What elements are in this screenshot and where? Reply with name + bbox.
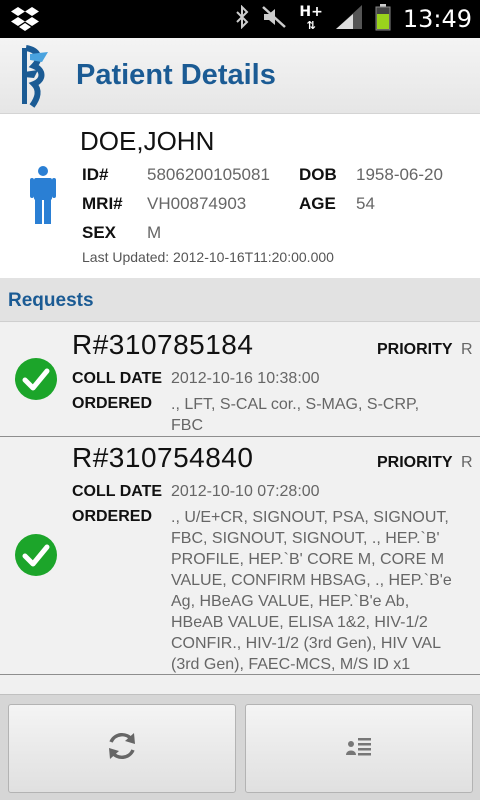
requests-header: Requests	[0, 278, 480, 322]
ordered-line: ., LFT, S-CAL cor., S-MAG, S-CRP,	[171, 396, 420, 413]
ordered-tests: ., U/E+CR, SIGNOUT, PSA, SIGNOUT, FBC, S…	[171, 507, 471, 675]
requests-heading: Requests	[8, 290, 94, 311]
refresh-icon	[105, 729, 139, 768]
sex-label: SEX	[82, 223, 117, 242]
ordered-line: Ag, HBeAG VALUE, HEP.`B'e Ab,	[171, 593, 410, 610]
patient-card: DOE,JOHN ID# 5806200105081 DOB 1958-06-2…	[0, 114, 480, 278]
bluetooth-icon	[235, 4, 249, 34]
ordered-label: ORDERED	[72, 395, 153, 412]
ordered-tests: ., LFT, S-CAL cor., S-MAG, S-CRP, FBC	[171, 394, 471, 436]
age-value: 54	[356, 194, 375, 213]
ordered-line: FBC, SIGNOUT, SIGNOUT, ., HEP.`B'	[171, 530, 440, 547]
check-icon	[14, 533, 58, 582]
ordered-line: PROFILE, HEP.`B' CORE M, CORE M	[171, 551, 445, 568]
ordered-line: FBC	[171, 417, 203, 434]
priority-label: PRIORITY	[377, 341, 453, 358]
request-number: R#310785184	[72, 329, 254, 360]
battery-icon	[375, 3, 391, 36]
patient-notes-button[interactable]	[245, 704, 473, 793]
id-value: 5806200105081	[147, 165, 270, 184]
ordered-line: CONFIR., HIV-1/2 (3rd Gen), HIV VAL	[171, 635, 441, 652]
patient-name: DOE,JOHN	[80, 126, 215, 156]
refresh-button[interactable]	[8, 704, 236, 793]
clock: 13:49	[402, 5, 472, 33]
mri-value: VH00874903	[147, 194, 247, 213]
ordered-line: HBeAB VALUE, ELISA 1&2, HIV-1/2	[171, 614, 428, 631]
age-label: AGE	[299, 194, 336, 213]
id-label: ID#	[82, 165, 109, 184]
signal-icon	[335, 4, 363, 35]
network-type: H+ ⇅	[299, 4, 323, 32]
request-item[interactable]: R#310785184 PRIORITY R COLL DATE 2012-10…	[0, 323, 480, 437]
dob-label: DOB	[299, 165, 337, 184]
page-title: Patient Details	[76, 59, 276, 91]
check-icon	[14, 357, 58, 406]
coll-date-value: 2012-10-16 10:38:00	[171, 370, 320, 387]
title-bar: Patient Details	[0, 38, 480, 114]
coll-date-value: 2012-10-10 07:28:00	[171, 483, 320, 500]
mri-label: MRI#	[82, 194, 123, 213]
mute-icon	[261, 5, 287, 34]
ordered-line: VALUE, CONFIRM HBSAG, ., HEP.`B'e	[171, 572, 452, 589]
coll-date-label: COLL DATE	[72, 370, 163, 387]
ordered-label: ORDERED	[72, 508, 153, 525]
priority-value: R	[461, 341, 473, 358]
app-logo-icon	[18, 44, 54, 113]
request-number: R#310754840	[72, 442, 254, 473]
dropbox-icon	[10, 6, 40, 37]
priority-label: PRIORITY	[377, 454, 453, 471]
ordered-line: (3rd Gen), FAEC-MCS, M/S ID x1	[171, 656, 411, 673]
priority-value: R	[461, 454, 473, 471]
sex-value: M	[147, 223, 162, 242]
request-item[interactable]: R#310754840 PRIORITY R COLL DATE 2012-10…	[0, 437, 480, 675]
patient-notes-icon	[346, 735, 372, 762]
person-icon	[30, 166, 56, 229]
coll-date-label: COLL DATE	[72, 483, 163, 500]
last-updated: Last Updated: 2012-10-16T11:20:00.000	[82, 249, 334, 265]
status-bar: H+ ⇅ 13:49	[0, 0, 480, 38]
ordered-line: ., U/E+CR, SIGNOUT, PSA, SIGNOUT,	[171, 509, 449, 526]
dob-value: 1958-06-20	[356, 165, 443, 184]
bottom-action-bar	[0, 694, 480, 800]
